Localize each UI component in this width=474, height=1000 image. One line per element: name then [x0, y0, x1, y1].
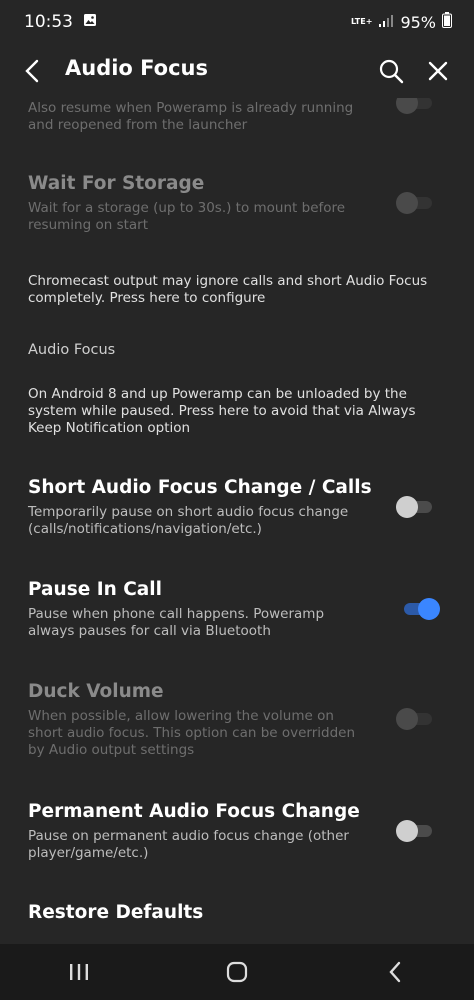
pref-resume-partial[interactable]: Also resume when Poweramp is already run…	[28, 100, 368, 134]
home-button[interactable]	[207, 952, 267, 992]
gallery-icon	[83, 12, 97, 32]
settings-list[interactable]: Also resume when Poweramp is already run…	[0, 98, 474, 944]
pause-call-switch[interactable]	[396, 598, 440, 620]
pref-summary: Pause on permanent audio focus change (o…	[28, 828, 349, 861]
pref-title: Restore Defaults	[28, 902, 204, 923]
system-nav-bar	[0, 944, 474, 1000]
close-icon	[428, 61, 448, 81]
pref-permanent-focus[interactable]: Permanent Audio Focus Change Pause on pe…	[28, 800, 368, 862]
network-type: LTE+	[351, 17, 373, 26]
pref-summary: Pause when phone call happens. Poweramp …	[28, 606, 325, 639]
status-time: 10:53	[24, 12, 73, 32]
permanent-focus-switch[interactable]	[396, 820, 436, 842]
category-header: Audio Focus	[28, 342, 116, 358]
pref-duck-volume[interactable]: Duck Volume When possible, allow lowerin…	[28, 680, 368, 759]
back-button[interactable]	[16, 54, 48, 88]
nav-back-button[interactable]	[365, 952, 425, 992]
resume-partial-switch[interactable]	[396, 98, 436, 114]
chevron-left-icon	[25, 59, 39, 83]
pref-title: Short Audio Focus Change / Calls	[28, 477, 372, 498]
pref-title: Permanent Audio Focus Change	[28, 801, 360, 822]
short-focus-switch[interactable]	[396, 496, 436, 518]
close-button[interactable]	[423, 56, 453, 86]
pref-title: Duck Volume	[28, 681, 164, 702]
battery-icon	[442, 12, 452, 32]
duck-volume-switch[interactable]	[396, 708, 436, 730]
pref-short-focus[interactable]: Short Audio Focus Change / Calls Tempora…	[28, 476, 372, 538]
home-icon	[226, 961, 248, 983]
pref-summary: When possible, allow lowering the volume…	[28, 708, 356, 758]
recent-apps-button[interactable]	[49, 952, 109, 992]
pref-title: Pause In Call	[28, 579, 162, 600]
pref-title: Wait For Storage	[28, 173, 205, 194]
pref-wait-storage[interactable]: Wait For Storage Wait for a storage (up …	[28, 172, 368, 234]
search-icon	[379, 59, 404, 84]
recents-icon	[70, 964, 88, 980]
android8-info[interactable]: On Android 8 and up Poweramp can be unlo…	[28, 386, 438, 437]
pref-summary: Wait for a storage (up to 30s.) to mount…	[28, 200, 346, 233]
search-button[interactable]	[376, 56, 406, 86]
status-bar: 10:53 LTE+ 95%	[0, 0, 474, 44]
pref-summary: Also resume when Poweramp is already run…	[28, 100, 354, 133]
page-title: Audio Focus	[65, 56, 208, 80]
chromecast-info[interactable]: Chromecast output may ignore calls and s…	[28, 273, 438, 307]
back-icon	[389, 961, 401, 983]
signal-icon	[378, 13, 394, 32]
pref-restore-defaults[interactable]: Restore Defaults	[28, 901, 368, 925]
battery-level: 95%	[400, 12, 436, 32]
app-bar: Audio Focus	[0, 44, 474, 98]
pref-summary: Temporarily pause on short audio focus c…	[28, 504, 349, 537]
wait-storage-switch[interactable]	[396, 192, 436, 214]
pref-pause-call[interactable]: Pause In Call Pause when phone call happ…	[28, 578, 368, 640]
